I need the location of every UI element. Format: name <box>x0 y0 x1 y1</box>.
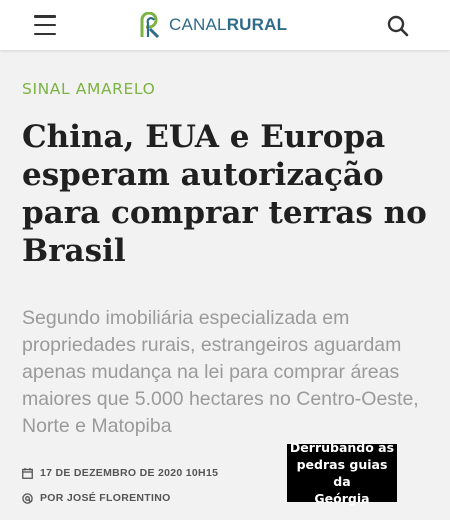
logo-text-rural: RURAL <box>226 15 288 34</box>
article-date-text: 17 DE DEZEMBRO DE 2020 10H15 <box>40 467 219 479</box>
overlay-caption-line: Derrubando as <box>289 440 395 455</box>
at-sign-icon <box>22 492 33 504</box>
article-author-text[interactable]: POR JOSÉ FLORENTINO <box>40 492 171 504</box>
calendar-icon <box>22 467 33 479</box>
logo-wordmark: CANALRURAL <box>169 15 287 35</box>
search-icon[interactable] <box>386 14 410 38</box>
article-author: POR JOSÉ FLORENTINO <box>22 492 171 504</box>
top-navigation-bar: CANALRURAL <box>0 0 450 50</box>
hamburger-menu-icon[interactable] <box>34 15 56 35</box>
logo-text-canal: CANAL <box>169 15 227 34</box>
article-category-kicker[interactable]: SINAL AMARELO <box>22 80 155 98</box>
article-subtitle: Segundo imobiliária especializada em pro… <box>22 307 419 437</box>
overlay-caption-line: Geórgia <box>314 491 370 506</box>
canal-rural-logo-icon <box>140 12 160 38</box>
canal-rural-logo[interactable]: CANALRURAL <box>139 10 287 40</box>
overlay-caption-line: pedras guias da <box>296 457 388 489</box>
article-headline: China, EUA e Europa esperam autorização … <box>22 119 427 269</box>
overlay-caption: Derrubando as pedras guias da Geórgia <box>287 440 397 506</box>
article-date: 17 DE DEZEMBRO DE 2020 10H15 <box>22 467 218 479</box>
